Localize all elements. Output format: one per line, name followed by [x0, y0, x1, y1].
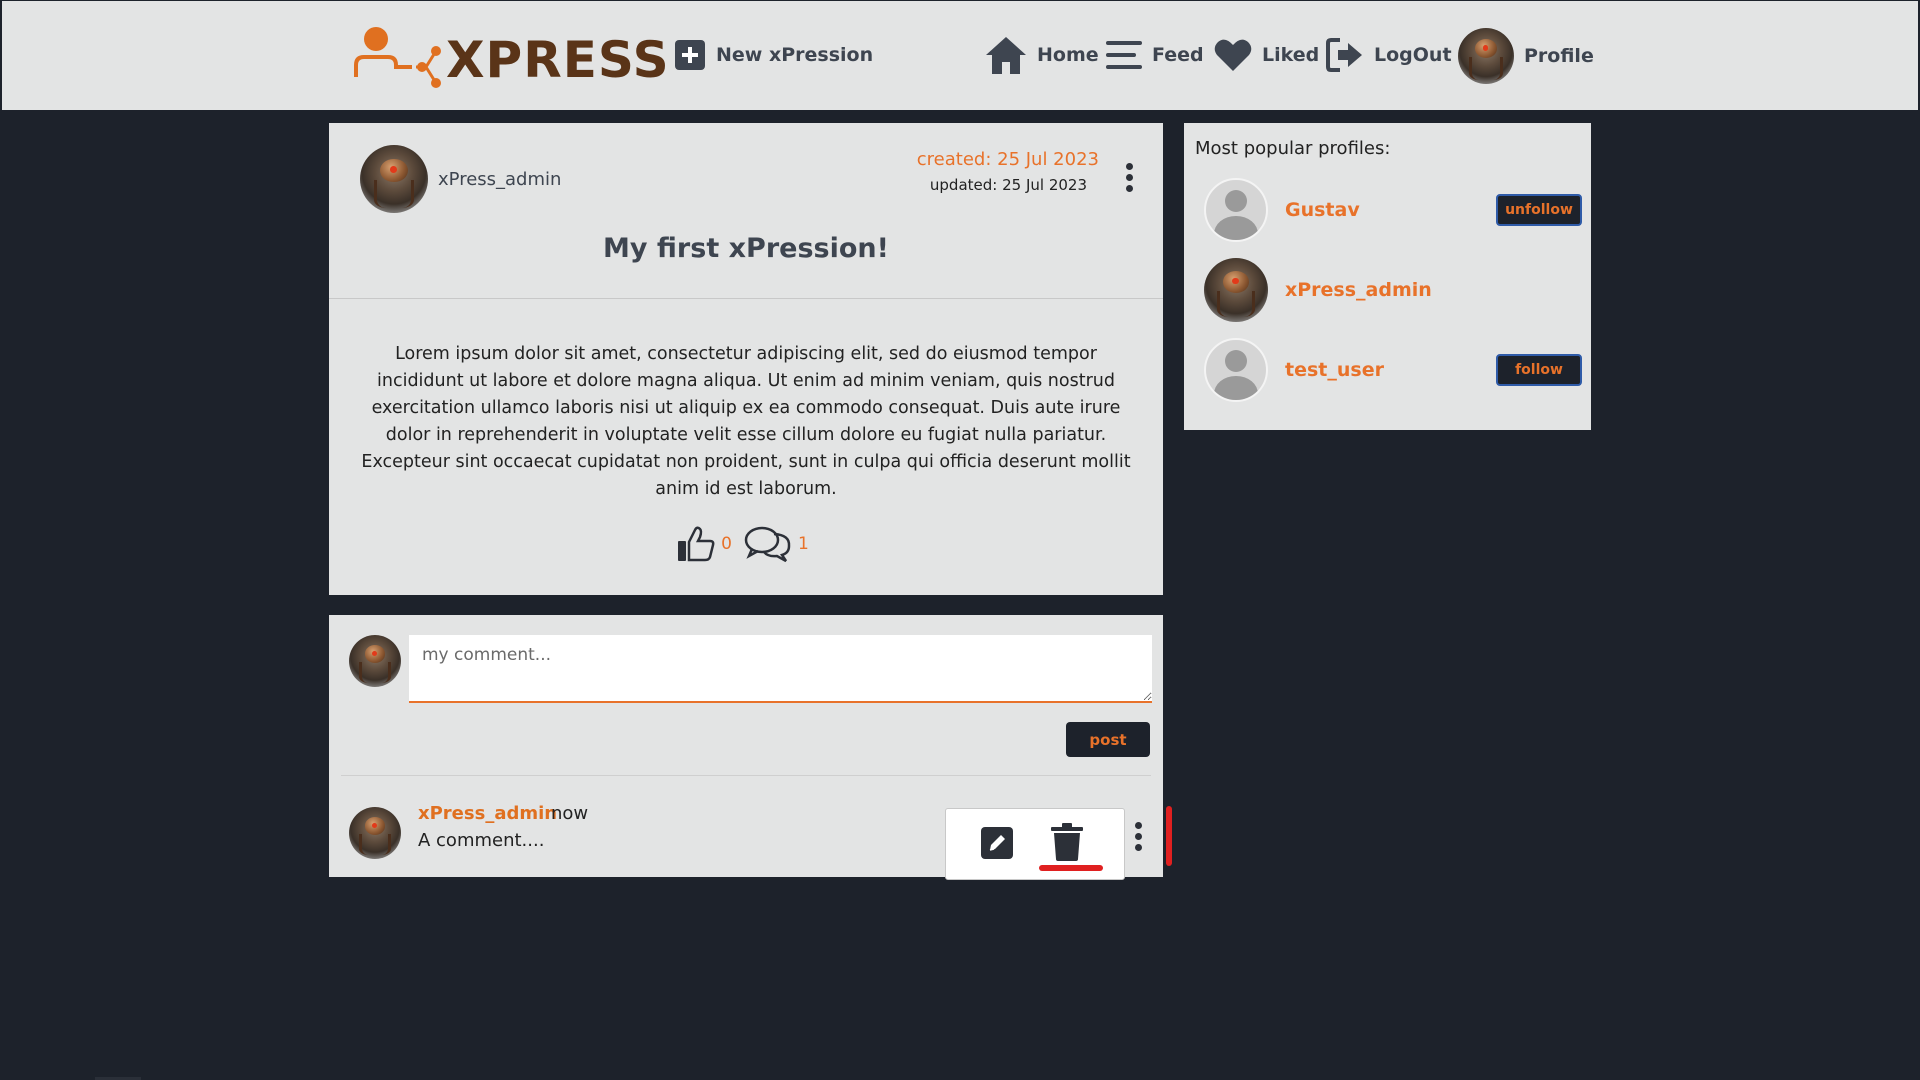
nav-feed[interactable]: Feed	[1106, 31, 1204, 79]
logout-icon	[1326, 38, 1362, 72]
comment-time: now	[551, 803, 589, 824]
post-card: xPress_admin created: 25 Jul 2023 update…	[329, 123, 1163, 595]
nav-liked[interactable]: Liked	[1214, 31, 1319, 79]
likes-count: 0	[721, 534, 732, 554]
placeholder-avatar	[1204, 338, 1268, 402]
unfollow-button[interactable]: unfollow	[1496, 194, 1582, 226]
nav-liked-label: Liked	[1262, 44, 1320, 66]
post-body: Lorem ipsum dolor sit amet, consectetur …	[361, 344, 1131, 499]
options-highlight-bar	[1166, 806, 1172, 866]
new-xpression-button[interactable]: New xPression	[674, 31, 873, 79]
comment-author[interactable]: xPress_admin	[418, 803, 557, 824]
comments-icon[interactable]	[744, 525, 792, 563]
post-stats: 0 1	[329, 525, 1163, 563]
post-author-avatar	[360, 145, 428, 213]
delete-highlight	[1039, 865, 1103, 871]
nav-feed-label: Feed	[1152, 44, 1204, 66]
follow-button[interactable]: follow	[1496, 354, 1582, 386]
xpress-logo[interactable]: XPRESS	[352, 25, 669, 91]
nav-logout-label: LogOut	[1374, 44, 1452, 66]
comment-author-avatar	[349, 807, 401, 859]
plus-square-icon	[675, 40, 705, 70]
new-xpression-label: New xPression	[716, 44, 874, 66]
popular-profiles-panel: Most popular profiles: Gustav unfollow x…	[1184, 123, 1591, 430]
comment-divider	[341, 775, 1151, 776]
nav-home[interactable]: Home	[985, 31, 1099, 79]
profile-avatar	[1204, 258, 1268, 322]
post-options-icon[interactable]	[1126, 163, 1133, 192]
profile-name[interactable]: Gustav	[1285, 199, 1496, 221]
post-comment-button[interactable]: post	[1066, 722, 1150, 757]
comment-options-icon[interactable]	[1135, 822, 1142, 851]
nav-profile[interactable]: Profile	[1458, 28, 1594, 84]
comment-input[interactable]	[409, 635, 1152, 703]
home-icon	[986, 37, 1026, 74]
post-dates: created: 25 Jul 2023 updated: 25 Jul 202…	[917, 149, 1099, 194]
trash-icon[interactable]	[1051, 823, 1083, 861]
placeholder-avatar	[1204, 178, 1268, 242]
menu-lines-icon	[1106, 41, 1142, 69]
comment-section: post xPress_admin now A comment....	[329, 615, 1172, 880]
profile-row: Gustav unfollow	[1204, 178, 1582, 242]
profile-row: xPress_admin	[1204, 258, 1582, 322]
post-updated-date: updated: 25 Jul 2023	[929, 176, 1087, 194]
profile-avatar	[1458, 28, 1514, 84]
post-author[interactable]: xPress_admin	[360, 145, 561, 213]
logo-text: XPRESS	[446, 31, 670, 89]
nav-logout[interactable]: LogOut	[1326, 31, 1452, 79]
nav-home-label: Home	[1037, 44, 1099, 66]
comments-count: 1	[798, 534, 809, 554]
pencil-icon[interactable]	[981, 827, 1013, 859]
comment-actions-menu	[945, 808, 1125, 880]
logo-mark-icon	[354, 27, 441, 88]
comment-item: xPress_admin now A comment....	[349, 793, 1172, 880]
thumbs-up-icon[interactable]	[677, 526, 715, 562]
nav-profile-label: Profile	[1524, 45, 1594, 67]
current-user-avatar	[349, 635, 401, 687]
profile-name[interactable]: test_user	[1285, 359, 1496, 381]
sidebar-title: Most popular profiles:	[1195, 138, 1391, 159]
post-created-date: created: 25 Jul 2023	[916, 149, 1099, 170]
post-author-name: xPress_admin	[438, 168, 562, 190]
profile-name[interactable]: xPress_admin	[1285, 279, 1582, 301]
top-navbar: XPRESS New xPression Home Feed Liked Log…	[2, 1, 1918, 110]
post-title: My first xPression!	[603, 233, 889, 264]
heart-icon	[1214, 39, 1252, 71]
profile-row: test_user follow	[1204, 338, 1582, 402]
comment-text: A comment....	[418, 830, 545, 851]
post-divider	[329, 298, 1163, 299]
